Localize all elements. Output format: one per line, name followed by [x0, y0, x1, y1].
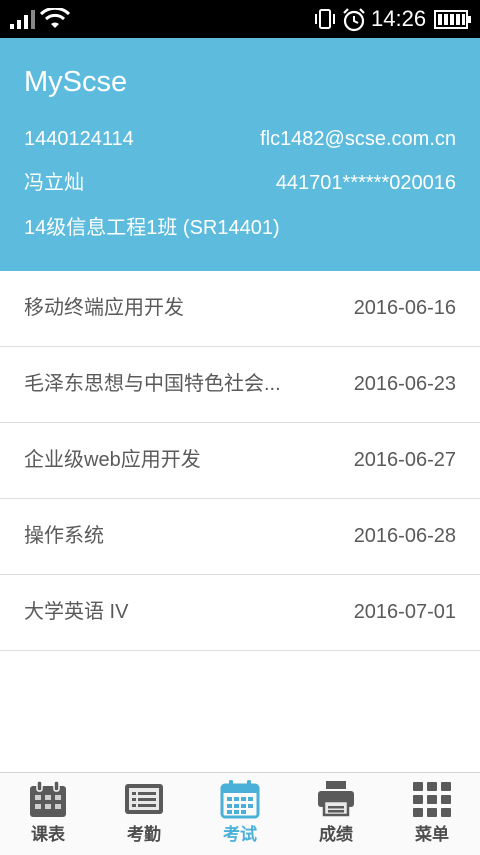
tab-menu[interactable]: 菜单 [384, 773, 480, 855]
exam-course-name: 操作系统 [24, 525, 104, 547]
profile-row-name: 冯立灿 441701******020016 [24, 170, 456, 196]
status-bar: 14:26 [0, 0, 480, 38]
exam-course-name: 大学英语 IV [24, 601, 129, 623]
tab-grades[interactable]: 成绩 [288, 773, 384, 855]
wifi-icon [40, 8, 70, 28]
id-number: 441701******020016 [275, 172, 456, 194]
tab-label: 考勤 [127, 825, 161, 844]
battery-icon [434, 10, 471, 29]
exam-date: 2016-06-23 [353, 373, 456, 395]
tab-label: 课表 [31, 825, 65, 844]
grades-printer-icon [318, 781, 354, 817]
exam-date: 2016-06-16 [353, 297, 456, 319]
clock-time: 14:26 [371, 6, 427, 31]
tab-label: 考试 [223, 825, 257, 844]
student-name: 冯立灿 [24, 172, 84, 194]
profile-row-class: 14级信息工程1班 (SR14401) [24, 215, 456, 241]
exam-date: 2016-06-28 [353, 525, 456, 547]
tab-attendance[interactable]: 考勤 [96, 773, 192, 855]
class-name: 14级信息工程1班 (SR14401) [24, 217, 280, 239]
exam-course-name: 企业级web应用开发 [24, 449, 201, 471]
exam-date: 2016-07-01 [353, 601, 456, 623]
tab-exams[interactable]: 考试 [192, 773, 288, 855]
exam-list-item[interactable]: 大学英语 IV 2016-07-01 [0, 575, 480, 651]
exam-list: 移动终端应用开发 2016-06-16 毛泽东思想与中国特色社会... 2016… [0, 271, 480, 651]
vibrate-icon [315, 9, 335, 29]
exam-course-name: 移动终端应用开发 [24, 297, 184, 319]
student-id: 1440124114 [24, 128, 134, 150]
tab-label: 成绩 [319, 825, 353, 844]
exam-list-item[interactable]: 操作系统 2016-06-28 [0, 499, 480, 575]
exam-list-item[interactable]: 企业级web应用开发 2016-06-27 [0, 423, 480, 499]
menu-grid-icon [413, 782, 451, 817]
tab-label: 菜单 [415, 825, 449, 844]
app-title: MyScse [24, 66, 128, 98]
exam-list-item[interactable]: 移动终端应用开发 2016-06-16 [0, 271, 480, 347]
alarm-clock-icon [343, 8, 365, 32]
exam-calendar-icon [220, 780, 260, 819]
exam-course-name: 毛泽东思想与中国特色社会... [24, 373, 281, 395]
calendar-schedule-icon [30, 780, 66, 817]
profile-header: MyScse 1440124114 flc1482@scse.com.cn 冯立… [0, 38, 480, 271]
signal-strength-icon [10, 10, 35, 29]
tab-schedule[interactable]: 课表 [0, 773, 96, 855]
bottom-tab-bar: 课表 考勤 考试 成绩 菜单 [0, 772, 480, 855]
exam-list-item[interactable]: 毛泽东思想与中国特色社会... 2016-06-23 [0, 347, 480, 423]
exam-date: 2016-06-27 [353, 449, 456, 471]
email: flc1482@scse.com.cn [260, 128, 456, 150]
profile-row-ids: 1440124114 flc1482@scse.com.cn [24, 126, 456, 152]
attendance-list-icon [125, 784, 163, 814]
